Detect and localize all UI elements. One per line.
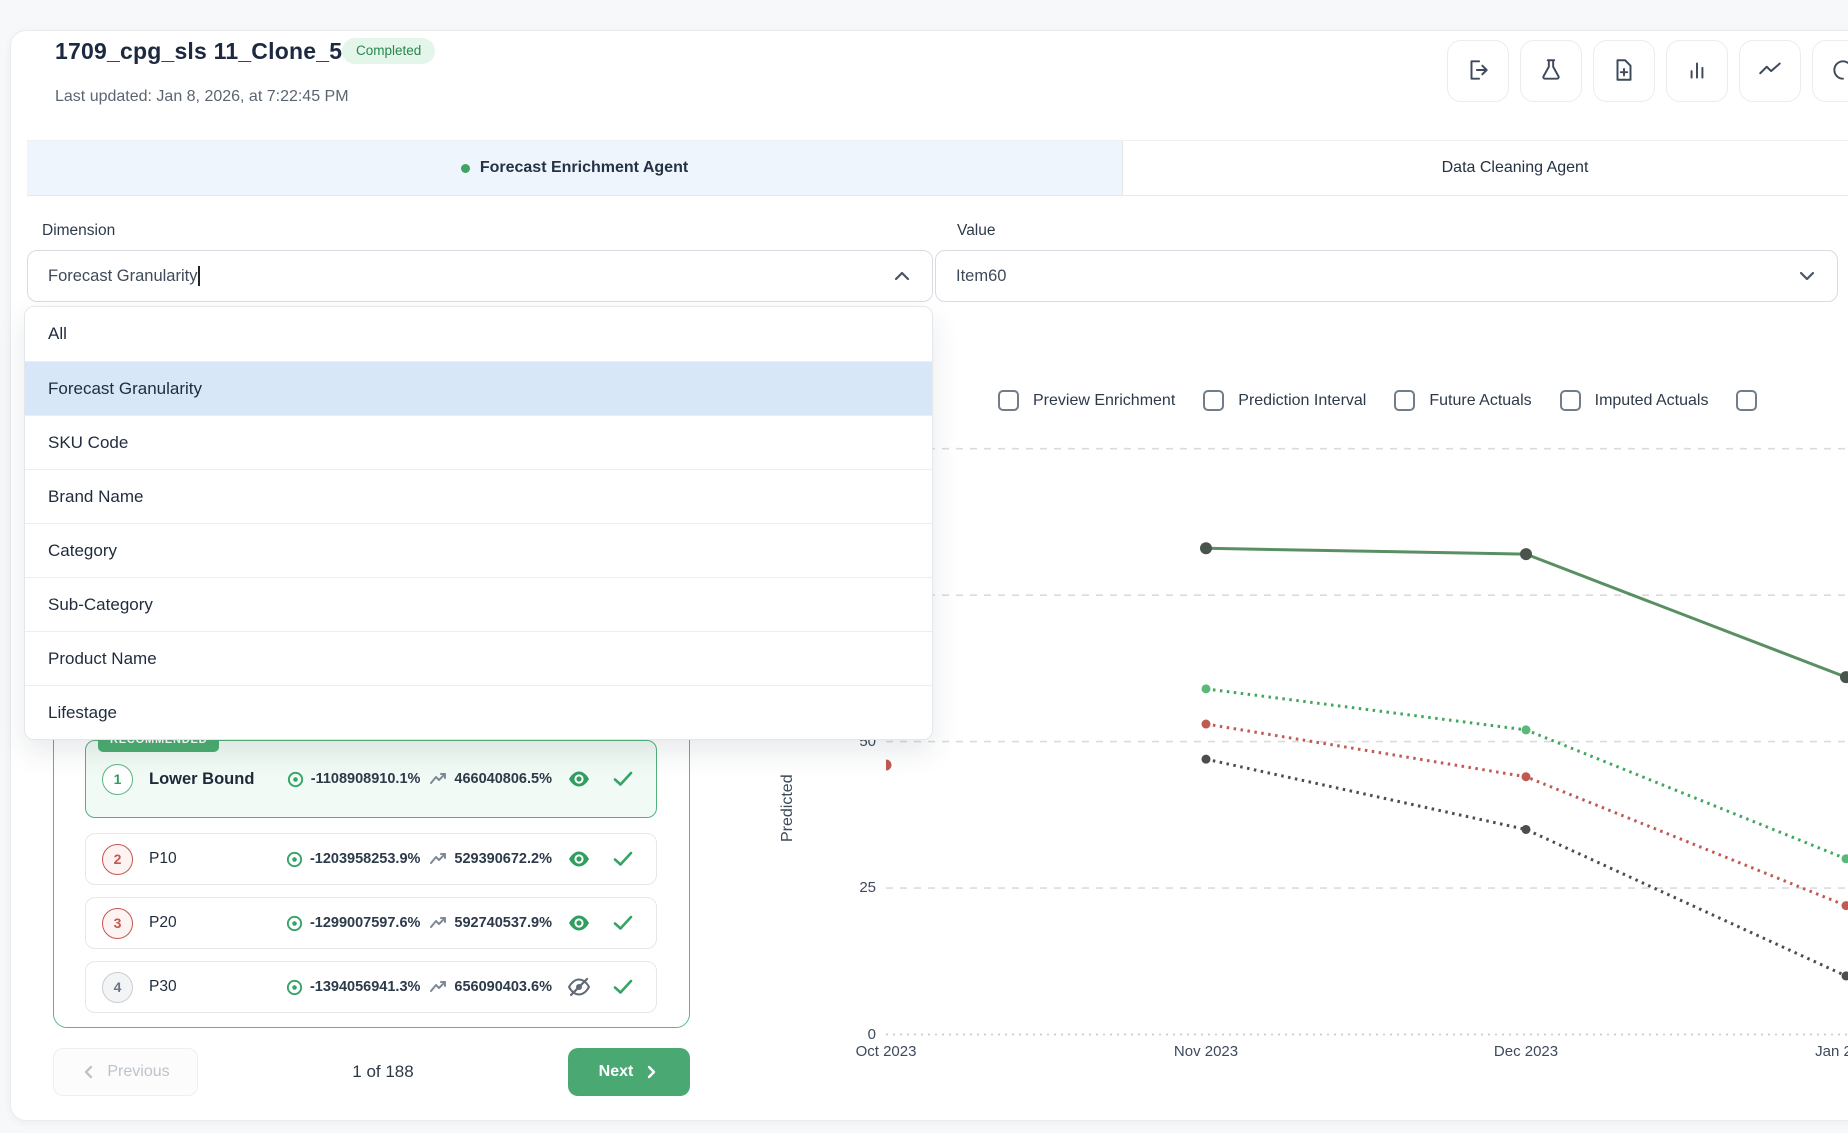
- metric-accuracy: -1203958253.9%: [285, 850, 420, 869]
- chart-option-checkboxes: Preview Enrichment Prediction Interval Fut…: [998, 390, 1757, 411]
- metric-accuracy: -1299007597.6%: [285, 914, 420, 933]
- candidate-name: P20: [143, 914, 275, 932]
- checkbox-preview-enrichment[interactable]: Preview Enrichment: [998, 390, 1175, 411]
- next-button[interactable]: Next: [568, 1048, 690, 1096]
- dimension-option-sku-code[interactable]: SKU Code: [25, 415, 932, 469]
- dimension-option-all[interactable]: All: [25, 307, 932, 361]
- y-tick-label: 0: [816, 1026, 876, 1043]
- target-icon: [286, 770, 305, 789]
- target-icon: [285, 978, 304, 997]
- candidate-name: P10: [143, 850, 275, 868]
- visibility-toggle[interactable]: [562, 977, 596, 997]
- previous-label: Previous: [107, 1063, 169, 1081]
- metric-accuracy: -1394056941.3%: [285, 978, 420, 997]
- eye-icon[interactable]: [567, 849, 591, 869]
- visibility-toggle[interactable]: [562, 769, 596, 789]
- y-tick-label: 25: [816, 879, 876, 896]
- rank-badge: 4: [102, 972, 133, 1003]
- chevron-left-icon: [81, 1064, 97, 1080]
- x-tick-label: Oct 2023: [826, 1043, 946, 1060]
- checkbox-label: Imputed Actuals: [1595, 392, 1709, 410]
- checkbox-box[interactable]: [1394, 390, 1415, 411]
- candidate-name: P30: [143, 978, 275, 996]
- check-icon: [613, 979, 633, 995]
- pagination: Previous 1 of 188 Next: [53, 1048, 690, 1096]
- candidate-card-p10[interactable]: 2 P10 -1203958253.9% 529390672.2%: [85, 833, 657, 885]
- y-axis-title: Predicted: [779, 742, 797, 842]
- candidate-name: Lower Bound: [143, 770, 276, 789]
- eye-icon[interactable]: [567, 769, 591, 789]
- checkbox-label: Prediction Interval: [1238, 392, 1366, 410]
- metric-trend: 529390672.2%: [430, 851, 552, 867]
- dimension-option-product-name[interactable]: Product Name: [25, 631, 932, 685]
- dimension-option-brand-name[interactable]: Brand Name: [25, 469, 932, 523]
- trend-icon: [430, 772, 448, 786]
- metric-trend: 466040806.5%: [430, 771, 552, 787]
- rank-badge: 3: [102, 908, 133, 939]
- metric-accuracy: -1108908910.1%: [286, 770, 421, 789]
- checkbox-prediction-interval[interactable]: Prediction Interval: [1203, 390, 1366, 411]
- candidate-card-p30[interactable]: 4 P30 -1394056941.3% 656090403.6%: [85, 961, 657, 1013]
- eye-icon[interactable]: [567, 913, 591, 933]
- chevron-right-icon: [643, 1064, 659, 1080]
- select-check[interactable]: [606, 851, 640, 867]
- checkbox-imputed-actuals[interactable]: Imputed Actuals: [1560, 390, 1709, 411]
- visibility-toggle[interactable]: [562, 913, 596, 933]
- checkbox-label: Preview Enrichment: [1033, 392, 1175, 410]
- checkbox-box[interactable]: [1203, 390, 1224, 411]
- check-icon: [613, 851, 633, 867]
- check-icon: [613, 915, 633, 931]
- checkbox-box[interactable]: [1560, 390, 1581, 411]
- checkbox-box[interactable]: [998, 390, 1019, 411]
- checkbox-label: Future Actuals: [1429, 392, 1531, 410]
- target-icon: [285, 914, 304, 933]
- dimension-dropdown-list: AllForecast GranularitySKU CodeBrand Nam…: [24, 306, 933, 740]
- trend-icon: [430, 980, 448, 994]
- checkbox-clipped[interactable]: [1736, 390, 1757, 411]
- rank-badge: 2: [102, 844, 133, 875]
- checkbox-future-actuals[interactable]: Future Actuals: [1394, 390, 1531, 411]
- select-check[interactable]: [606, 915, 640, 931]
- dimension-option-sub-category[interactable]: Sub-Category: [25, 577, 932, 631]
- checkbox-box[interactable]: [1736, 390, 1757, 411]
- x-tick-label: Nov 2023: [1146, 1043, 1266, 1060]
- previous-button[interactable]: Previous: [53, 1048, 198, 1096]
- dimension-option-forecast-granularity[interactable]: Forecast Granularity: [25, 361, 932, 415]
- select-check[interactable]: [606, 771, 640, 787]
- select-check[interactable]: [606, 979, 640, 995]
- eye-off-icon[interactable]: [567, 977, 591, 997]
- page-indicator: 1 of 188: [352, 1062, 413, 1082]
- candidate-card-p20[interactable]: 3 P20 -1299007597.6% 592740537.9%: [85, 897, 657, 949]
- check-icon: [613, 771, 633, 787]
- x-tick-label: Dec 2023: [1466, 1043, 1586, 1060]
- metric-trend: 592740537.9%: [430, 915, 552, 931]
- trend-icon: [430, 916, 448, 930]
- dimension-option-lifestage[interactable]: Lifestage: [25, 685, 932, 739]
- x-tick-label: Jan 2024: [1786, 1043, 1848, 1060]
- next-label: Next: [599, 1063, 634, 1081]
- target-icon: [285, 850, 304, 869]
- visibility-toggle[interactable]: [562, 849, 596, 869]
- dimension-option-category[interactable]: Category: [25, 523, 932, 577]
- trend-icon: [430, 852, 448, 866]
- rank-badge: 1: [102, 764, 133, 795]
- metric-trend: 656090403.6%: [430, 979, 552, 995]
